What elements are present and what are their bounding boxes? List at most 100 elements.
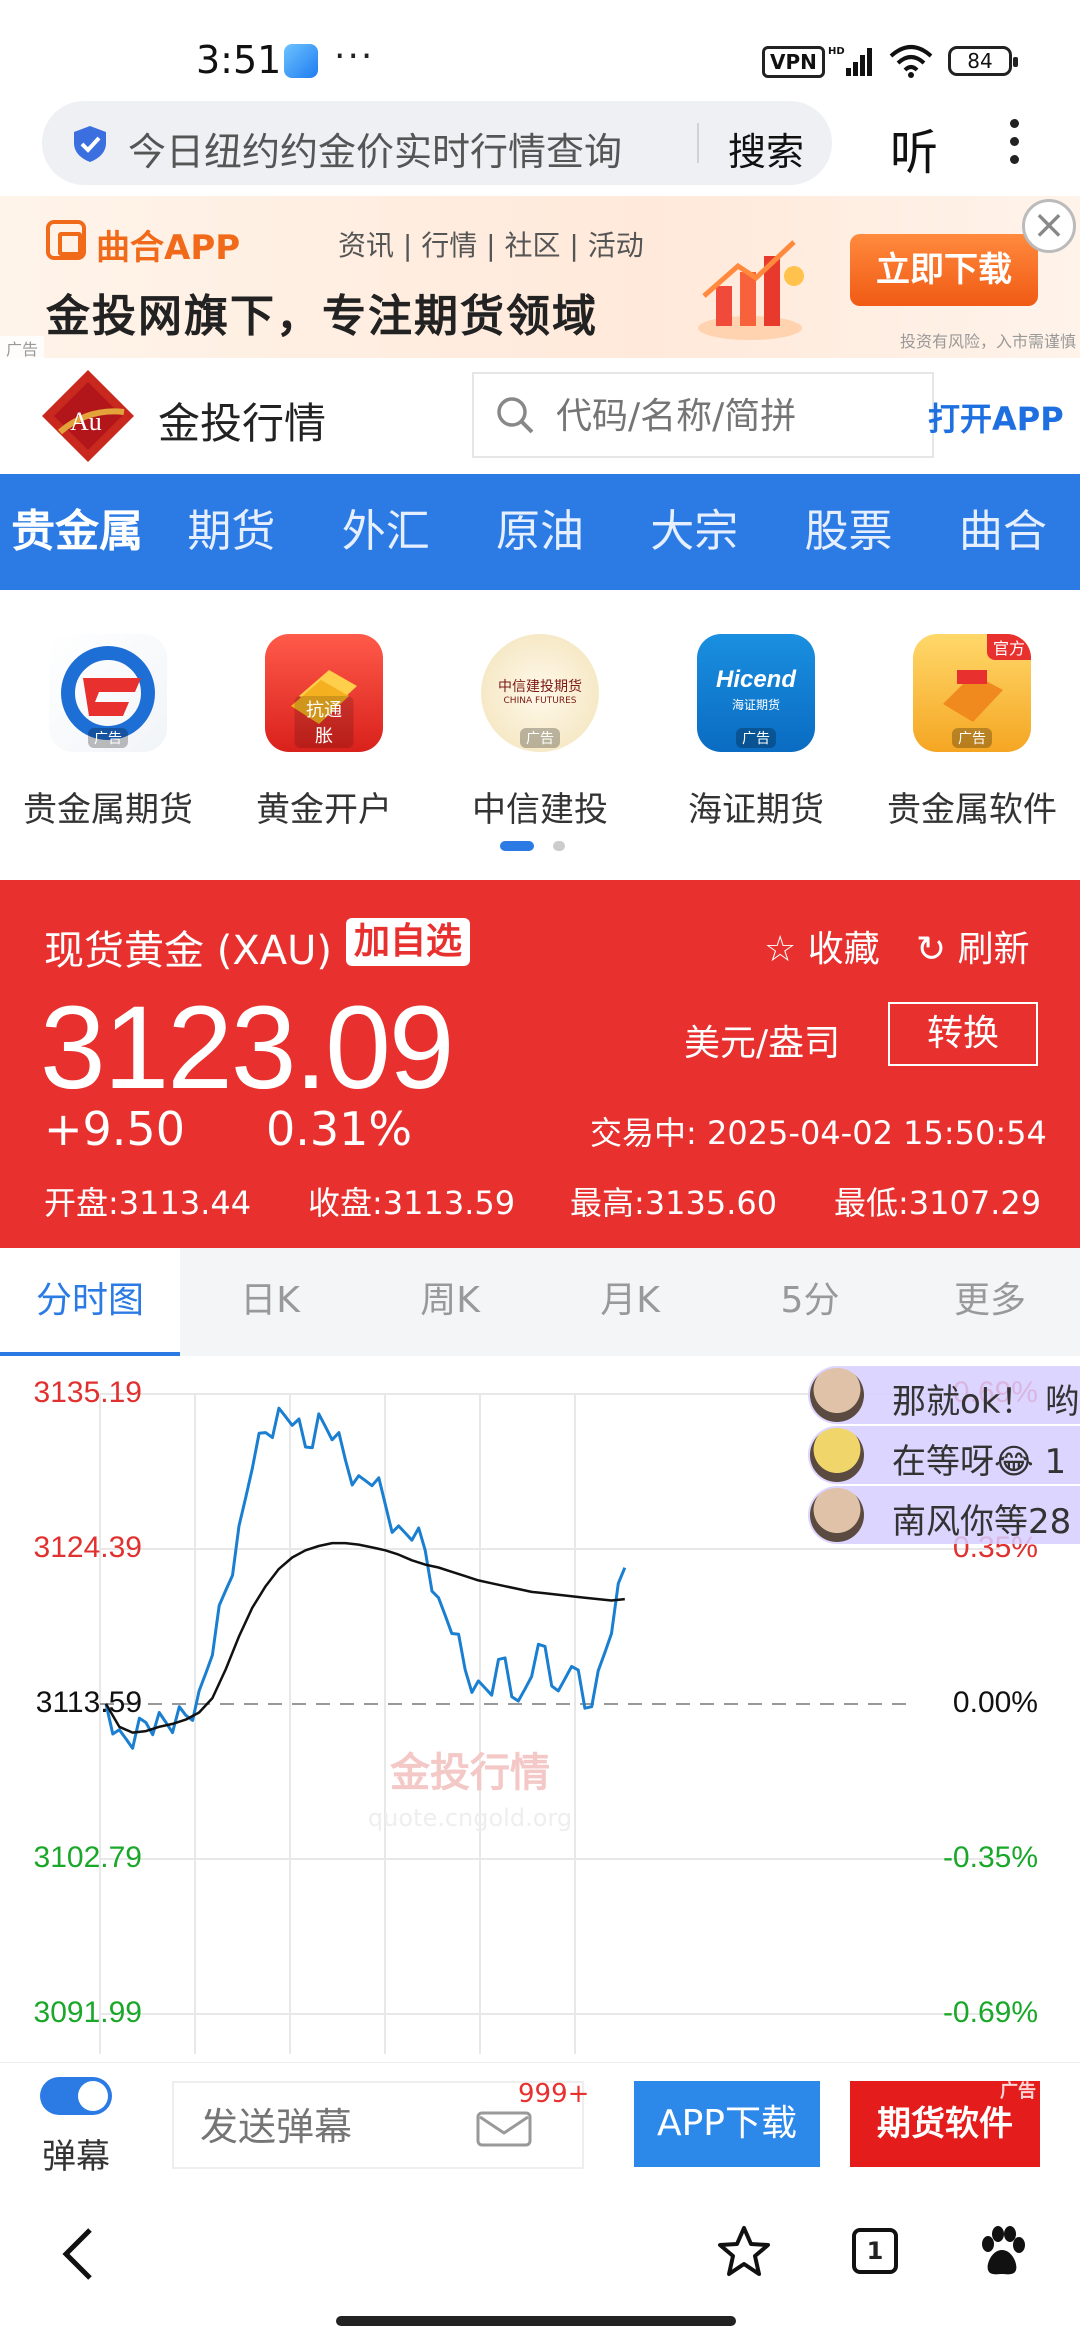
refresh-button[interactable]: ↻ 刷新 bbox=[916, 920, 1030, 972]
avatar bbox=[810, 1368, 864, 1422]
instrument-name: 现货黄金 (XAU) bbox=[44, 928, 332, 974]
ad-brand: 曲合APP bbox=[96, 228, 241, 268]
avatar bbox=[810, 1428, 864, 1482]
official-badge: 官方 bbox=[986, 634, 1031, 660]
quhe-logo-icon bbox=[46, 220, 86, 260]
watermark: 金投行情 bbox=[389, 1750, 550, 1796]
danmaku-input-box[interactable]: 999+ bbox=[172, 2079, 589, 2169]
vpn-icon: VPN bbox=[762, 46, 825, 78]
back-icon[interactable] bbox=[56, 2226, 102, 2282]
ad-label: 广告 bbox=[0, 336, 45, 358]
pct-tick-label: -0.69% bbox=[942, 1996, 1038, 2029]
watermark-url: quote.cngold.org bbox=[368, 1804, 572, 1832]
svg-text:HD: HD bbox=[828, 46, 845, 57]
ad-tags: 资讯 | 行情 | 社区 | 活动 bbox=[338, 229, 644, 262]
baidu-paw-icon[interactable] bbox=[974, 2224, 1030, 2280]
listen-button[interactable]: 听 bbox=[890, 113, 938, 183]
pct-tick-label: -0.35% bbox=[942, 1841, 1038, 1874]
chart-tab[interactable]: 周K bbox=[360, 1248, 540, 1356]
message-badge: 999+ bbox=[518, 2079, 590, 2109]
divider bbox=[697, 123, 699, 163]
favorite-button[interactable]: ☆ 收藏 bbox=[764, 920, 880, 972]
chart-tab[interactable]: 月K bbox=[540, 1248, 720, 1356]
category-tab[interactable]: 股票 bbox=[771, 474, 925, 590]
refresh-icon: ↻ bbox=[916, 929, 947, 970]
tabs-count-button[interactable]: 1 bbox=[852, 2228, 898, 2274]
danmaku-bubble[interactable]: 南风你等28 bbox=[808, 1486, 1080, 1544]
download-now-button[interactable]: 立即下载 bbox=[850, 234, 1038, 306]
app-download-button[interactable]: APP下载 bbox=[634, 2081, 820, 2167]
add-watchlist-button[interactable]: 加自选 bbox=[346, 918, 471, 966]
hicend-icon: Hicend 海证期货 广告 bbox=[697, 634, 815, 752]
ad-label: 广告 bbox=[1000, 2081, 1036, 2102]
quick-link-item[interactable]: Hicend 海证期货 广告 海证期货 bbox=[648, 634, 864, 831]
refresh-label: 刷新 bbox=[957, 929, 1030, 970]
y-tick-label: 3124.39 bbox=[33, 1531, 142, 1564]
site-name[interactable]: 金投行情 bbox=[158, 390, 326, 451]
high-price: 最高:3135.60 bbox=[570, 1184, 778, 1222]
more-vertical-icon[interactable] bbox=[1010, 119, 1022, 169]
close-icon[interactable]: × bbox=[1022, 199, 1076, 253]
quick-link-item[interactable]: 抗通胀 黄金开户 bbox=[216, 634, 432, 831]
y-tick-label: 3135.19 bbox=[33, 1376, 142, 1409]
category-tab[interactable]: 贵金属 bbox=[0, 474, 154, 590]
trading-status: 交易中: 2025-04-02 15:50:54 bbox=[590, 1114, 1047, 1152]
icon-caption-sub: 海证期货 bbox=[731, 698, 780, 712]
price-unit: 美元/盎司 bbox=[684, 1023, 841, 1064]
status-time: 3:51 bbox=[196, 38, 282, 82]
open-price: 开盘:3113.44 bbox=[44, 1184, 252, 1222]
status-bar: 3:51 ··· VPN HD 84 bbox=[0, 0, 1080, 95]
chart-tab[interactable]: 日K bbox=[180, 1248, 360, 1356]
ad-banner[interactable]: 曲合APP 资讯 | 行情 | 社区 | 活动 金投网旗下，专注期货领域 立即下… bbox=[0, 196, 1080, 358]
avatar bbox=[810, 1488, 864, 1542]
danmaku-bubble[interactable]: 那就ok！ 哟 bbox=[808, 1366, 1080, 1424]
category-tab[interactable]: 大宗 bbox=[617, 474, 771, 590]
message-icon[interactable] bbox=[476, 2105, 534, 2147]
icon-caption: Hicend bbox=[715, 666, 796, 693]
quick-link-label: 贵金属软件 bbox=[887, 790, 1057, 830]
more-notifications-icon: ··· bbox=[334, 36, 375, 77]
chart-tab[interactable]: 5分 bbox=[720, 1248, 900, 1356]
search-query[interactable]: 今日纽约约金价实时行情查询 bbox=[128, 121, 622, 176]
browser-address-bar: 今日纽约约金价实时行情查询 搜索 听 bbox=[0, 95, 1080, 195]
open-app-button[interactable]: 打开APP bbox=[928, 394, 1064, 440]
browser-search-box[interactable]: 今日纽约约金价实时行情查询 搜索 bbox=[42, 101, 832, 185]
ad-slogan: 金投网旗下，专注期货领域 bbox=[46, 291, 598, 342]
battery-icon: 84 bbox=[948, 46, 1018, 76]
danmaku-input[interactable] bbox=[200, 2103, 460, 2151]
chart-tabs: 分时图 日K 周K 月K 5分 更多 bbox=[0, 1248, 1080, 1356]
site-search-box[interactable] bbox=[472, 372, 934, 458]
page-dot-active bbox=[500, 841, 534, 851]
gold-logo-icon[interactable]: Au bbox=[40, 368, 136, 464]
chart-tab[interactable]: 分时图 bbox=[0, 1248, 180, 1356]
danmaku-bubble[interactable]: 在等呀😂 1 bbox=[808, 1426, 1080, 1484]
app-notification-icon bbox=[284, 44, 318, 78]
search-button[interactable]: 搜索 bbox=[728, 121, 804, 176]
chart-tab[interactable]: 更多 bbox=[900, 1248, 1080, 1356]
precious-metal-futures-icon: 广告 bbox=[49, 634, 167, 752]
site-header: Au 金投行情 打开APP bbox=[0, 358, 1080, 474]
y-tick-label: 3102.79 bbox=[33, 1841, 142, 1874]
signal-icon: HD bbox=[828, 46, 872, 76]
icon-caption-en: CHINA FUTURES bbox=[503, 696, 577, 706]
page-indicator bbox=[500, 836, 579, 855]
home-indicator[interactable] bbox=[336, 2316, 736, 2326]
quick-link-label: 黄金开户 bbox=[256, 790, 392, 830]
site-search-input[interactable] bbox=[556, 392, 916, 440]
close-price: 收盘:3113.59 bbox=[308, 1184, 516, 1222]
quick-link-item[interactable]: 中信建投期货 CHINA FUTURES 广告 中信建投 bbox=[432, 634, 648, 831]
category-tab[interactable]: 外汇 bbox=[309, 474, 463, 590]
convert-button[interactable]: 转换 bbox=[888, 1002, 1038, 1066]
danmaku-toggle[interactable] bbox=[40, 2077, 112, 2115]
danmaku-text: 那就ok！ 哟 bbox=[892, 1382, 1080, 1422]
quick-link-item[interactable]: 官方 广告 贵金属软件 bbox=[864, 634, 1080, 831]
intraday-chart[interactable]: 金投行情quote.cngold.org 3135.190.69%3124.39… bbox=[0, 1356, 1080, 2062]
quick-link-item[interactable]: 广告 贵金属期货 bbox=[0, 634, 216, 831]
icon-tag: 抗通胀 bbox=[294, 696, 354, 748]
ad-chart-illustration-icon bbox=[698, 240, 804, 340]
futures-software-button[interactable]: 期货软件 广告 bbox=[850, 2081, 1040, 2167]
category-tab[interactable]: 曲合 bbox=[926, 474, 1080, 590]
bookmark-star-icon[interactable] bbox=[716, 2224, 772, 2280]
category-tab[interactable]: 原油 bbox=[463, 474, 617, 590]
category-tab[interactable]: 期货 bbox=[154, 474, 308, 590]
